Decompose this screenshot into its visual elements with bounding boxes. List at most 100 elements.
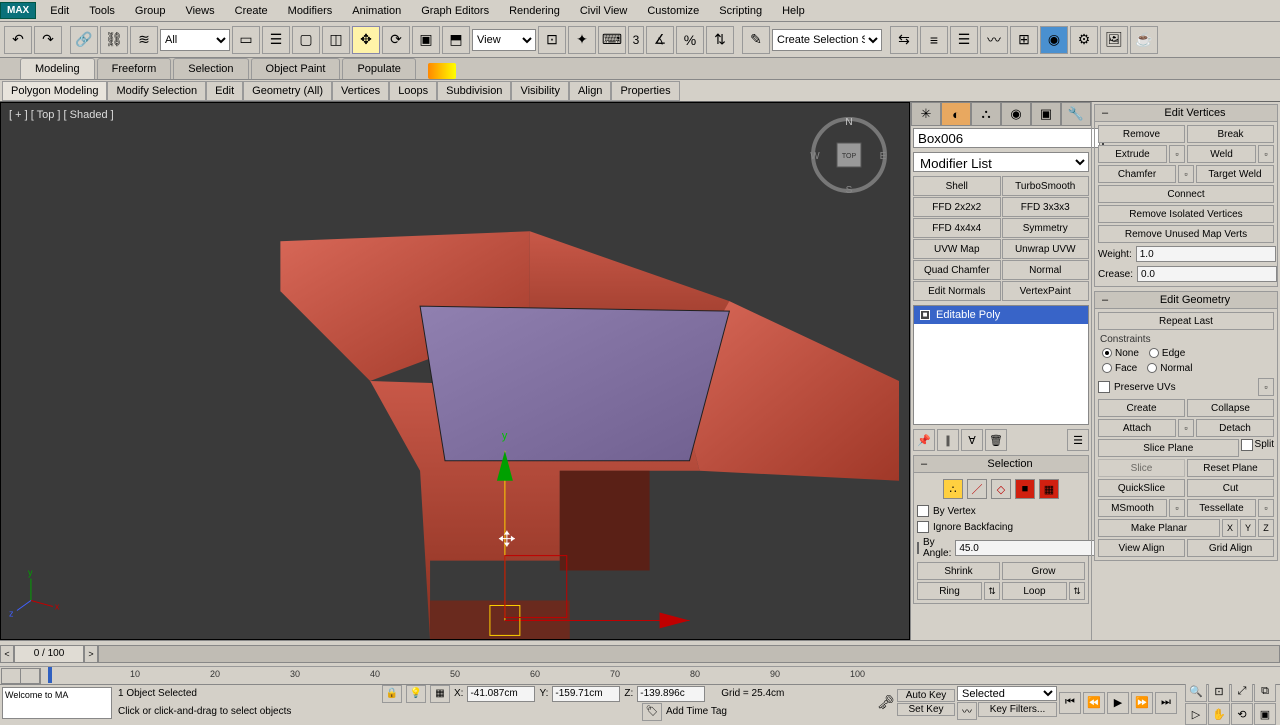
remove-button[interactable]: Remove: [1098, 125, 1185, 143]
modbtn-unwrapuvw[interactable]: Unwrap UVW: [1002, 239, 1090, 259]
viewport[interactable]: [ + ] [ Top ] [ Shaded ]: [0, 102, 910, 640]
rollout-toggle[interactable]: –: [1099, 294, 1111, 306]
detach-button[interactable]: Detach: [1196, 419, 1274, 437]
viewport-label[interactable]: [ + ] [ Top ] [ Shaded ]: [9, 109, 114, 121]
shrink-button[interactable]: Shrink: [917, 562, 1000, 580]
edit-named-sel-button[interactable]: ✎: [742, 26, 770, 54]
lock-selection-icon[interactable]: 🔒: [382, 685, 402, 703]
stack-item-editable-poly[interactable]: ■ Editable Poly: [914, 306, 1088, 324]
grid-align-button[interactable]: Grid Align: [1187, 539, 1274, 557]
z-field[interactable]: [637, 686, 705, 702]
ribbon-subdivision[interactable]: Subdivision: [437, 81, 511, 101]
menu-tools[interactable]: Tools: [79, 2, 125, 20]
curve-editor-button[interactable]: 〰: [980, 26, 1008, 54]
stack-unique-button[interactable]: ∀: [961, 429, 983, 451]
ribbon-geometry-all[interactable]: Geometry (All): [243, 81, 332, 101]
subobj-vertex-icon[interactable]: ∴: [943, 479, 963, 499]
ribbon-tab-selection[interactable]: Selection: [173, 58, 248, 79]
ribbon-polygon-modeling[interactable]: Polygon Modeling: [2, 81, 107, 101]
radio-none[interactable]: [1102, 348, 1112, 358]
planar-x[interactable]: X: [1222, 519, 1238, 537]
check-preserve-uvs[interactable]: [1098, 381, 1110, 393]
play-button[interactable]: ▶: [1107, 692, 1129, 714]
radio-normal[interactable]: [1147, 363, 1157, 373]
ribbon-vertices[interactable]: Vertices: [332, 81, 389, 101]
bind-space-warp-button[interactable]: ≋: [130, 26, 158, 54]
break-button[interactable]: Break: [1187, 125, 1274, 143]
weld-button[interactable]: Weld: [1187, 145, 1256, 163]
ribbon-visibility[interactable]: Visibility: [511, 81, 569, 101]
ring-button[interactable]: Ring: [917, 582, 982, 600]
attach-button[interactable]: Attach: [1098, 419, 1176, 437]
pan-button[interactable]: ✋: [1208, 703, 1230, 725]
slice-plane-button[interactable]: Slice Plane: [1098, 439, 1239, 457]
ribbon-tab-freeform[interactable]: Freeform: [97, 58, 172, 79]
reset-plane-button[interactable]: Reset Plane: [1187, 459, 1274, 477]
crease-field[interactable]: [1137, 266, 1277, 282]
menu-scripting[interactable]: Scripting: [709, 2, 772, 20]
cp-tab-modify[interactable]: ◐: [941, 102, 971, 126]
menu-rendering[interactable]: Rendering: [499, 2, 570, 20]
rollout-toggle[interactable]: –: [918, 458, 930, 470]
planar-y[interactable]: Y: [1240, 519, 1256, 537]
ribbon-flare-icon[interactable]: [428, 63, 456, 79]
time-tag-icon[interactable]: 🏷: [642, 703, 662, 721]
keyboard-shortcut-button[interactable]: ⌨: [598, 26, 626, 54]
key-filters-button[interactable]: Key Filters...: [978, 702, 1057, 717]
menu-customize[interactable]: Customize: [637, 2, 709, 20]
add-time-tag[interactable]: Add Time Tag: [666, 706, 727, 717]
modbtn-quadchamfer[interactable]: Quad Chamfer: [913, 260, 1001, 280]
ring-spinner[interactable]: ⇅: [984, 582, 1000, 600]
render-button[interactable]: ☕: [1130, 26, 1158, 54]
cp-tab-utilities[interactable]: 🔧: [1061, 102, 1091, 126]
auto-key-button[interactable]: Auto Key: [897, 689, 955, 702]
cp-tab-hierarchy[interactable]: ⛬: [971, 102, 1001, 126]
time-next-button[interactable]: >: [84, 645, 98, 663]
remove-unused-button[interactable]: Remove Unused Map Verts: [1098, 225, 1274, 243]
subobj-edge-icon[interactable]: ／: [967, 479, 987, 499]
modbtn-ffd222[interactable]: FFD 2x2x2: [913, 197, 1001, 217]
ribbon-tab-populate[interactable]: Populate: [342, 58, 415, 79]
time-prev-button[interactable]: <: [0, 645, 14, 663]
render-frame-button[interactable]: 🖼: [1100, 26, 1128, 54]
menu-edit[interactable]: Edit: [40, 2, 79, 20]
object-name-field[interactable]: [913, 128, 1100, 148]
select-object-button[interactable]: ▭: [232, 26, 260, 54]
unlink-button[interactable]: ⛓: [100, 26, 128, 54]
msmooth-button[interactable]: MSmooth: [1098, 499, 1167, 517]
cp-tab-motion[interactable]: ◉: [1001, 102, 1031, 126]
select-move-button[interactable]: ✥: [352, 26, 380, 54]
layers-button[interactable]: ☰: [950, 26, 978, 54]
subobj-border-icon[interactable]: ◇: [991, 479, 1011, 499]
preserve-uvs-settings[interactable]: ▫: [1258, 378, 1274, 396]
modbtn-ffd333[interactable]: FFD 3x3x3: [1002, 197, 1090, 217]
ribbon-tab-object-paint[interactable]: Object Paint: [251, 58, 341, 79]
time-slider-handle[interactable]: 0 / 100: [14, 645, 84, 663]
planar-z[interactable]: Z: [1258, 519, 1274, 537]
extrude-settings[interactable]: ▫: [1169, 145, 1185, 163]
cp-tab-display[interactable]: ▣: [1031, 102, 1061, 126]
key-target-dropdown[interactable]: Selected: [957, 686, 1057, 701]
select-rotate-button[interactable]: ⟳: [382, 26, 410, 54]
key-wave-icon[interactable]: 〰: [957, 702, 977, 720]
rollout-toggle[interactable]: –: [1099, 107, 1111, 119]
tessellate-settings[interactable]: ▫: [1258, 499, 1274, 517]
manipulate-button[interactable]: ✦: [568, 26, 596, 54]
timeline-ruler[interactable]: 10 20 30 40 50 60 70 80 90 100: [0, 666, 1280, 684]
slice-button[interactable]: Slice: [1098, 459, 1185, 477]
modbtn-uvwmap[interactable]: UVW Map: [913, 239, 1001, 259]
mirror-button[interactable]: ⇆: [890, 26, 918, 54]
app-logo[interactable]: MAX: [0, 2, 36, 19]
radio-face[interactable]: [1102, 363, 1112, 373]
menu-group[interactable]: Group: [125, 2, 176, 20]
check-split[interactable]: [1241, 439, 1253, 451]
stack-pin-button[interactable]: 📌: [913, 429, 935, 451]
transform-type-in-icon[interactable]: ▦: [430, 685, 450, 703]
selection-filter-dropdown[interactable]: All: [160, 29, 230, 51]
view-align-button[interactable]: View Align: [1098, 539, 1185, 557]
next-frame-button[interactable]: ⏩: [1131, 692, 1153, 714]
check-ignore-backfacing[interactable]: [917, 521, 929, 533]
ref-coord-dropdown[interactable]: View: [472, 29, 536, 51]
ribbon-properties[interactable]: Properties: [611, 81, 679, 101]
named-selection-dropdown[interactable]: Create Selection Se: [772, 29, 882, 51]
